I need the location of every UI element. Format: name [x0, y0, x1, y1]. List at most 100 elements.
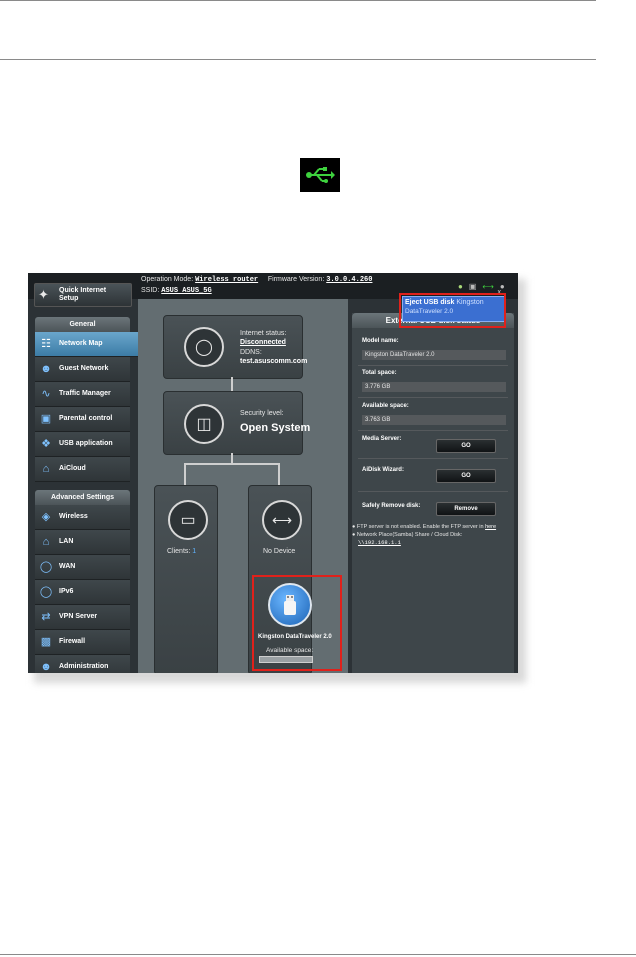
usb-status-panel: External USB disk status Model name: Kin… [352, 313, 514, 673]
client-status-icon[interactable]: ● [458, 282, 463, 291]
divider [358, 365, 508, 366]
ssid-row: SSID: ASUS ASUS_5G [141, 287, 212, 295]
usb-icon-illustration [300, 158, 340, 192]
connector-line [231, 377, 233, 391]
available-space-value: 3.763 GB [362, 415, 506, 425]
monitor-icon: ▭ [168, 500, 208, 540]
vpn-icon: ⇄ [41, 611, 51, 623]
sidebar-item-label: Network Map [59, 340, 103, 347]
sidebar-item-administration[interactable]: ☻ Administration [35, 655, 130, 673]
divider [358, 458, 508, 459]
admin-user-icon: ☻ [40, 661, 52, 673]
cloud-home-icon: ⌂ [42, 463, 50, 475]
divider [358, 397, 508, 398]
traffic-graph-icon: ∿ [41, 388, 51, 400]
globe-icon: ◯ [39, 561, 53, 573]
operation-mode-label: Operation Mode: [141, 276, 194, 283]
usb-icon [306, 167, 335, 183]
sidebar: ✦ Quick Internet Setup General ☷ Network… [28, 273, 139, 673]
ftp-note: ● FTP server is not enabled. Enable the … [352, 524, 497, 530]
sidebar-item-ipv6[interactable]: ◯ IPv6 [35, 580, 130, 605]
wifi-icon: ◈ [41, 511, 51, 523]
connector-line [184, 463, 186, 485]
ddns-value: test.asuscomm.com [240, 358, 308, 365]
sidebar-item-network-map[interactable]: ☷ Network Map [35, 332, 139, 357]
samba-note-path: \\192.168.1.1 [352, 539, 514, 547]
firmware-link[interactable]: 3.0.0.4.260 [326, 276, 372, 284]
ipv6-globe-icon: ◯ [39, 586, 53, 598]
sidebar-item-label: Parental control [59, 415, 113, 422]
sidebar-item-label: Wireless [59, 513, 88, 520]
total-space-value: 3.776 GB [362, 382, 506, 392]
sidebar-item-usb-application[interactable]: ❖ USB application [35, 432, 130, 457]
sidebar-item-lan[interactable]: ⌂ LAN [35, 530, 130, 555]
sidebar-item-wireless[interactable]: ◈ Wireless [35, 505, 130, 530]
header-rule [0, 59, 596, 60]
router-security-card[interactable]: ◫ Security level: Open System [163, 391, 310, 455]
divider [358, 491, 508, 492]
model-name-value: Kingston DataTraveler 2.0 [362, 350, 506, 360]
sidebar-item-wan[interactable]: ◯ WAN [35, 555, 130, 580]
security-level-label: Security level: [240, 410, 284, 417]
top-rule [0, 0, 596, 1]
sidebar-item-label: IPv6 [59, 588, 74, 595]
divider [358, 430, 508, 431]
advanced-settings-header: Advanced Settings [35, 490, 130, 505]
connector-line [278, 463, 280, 485]
sidebar-item-firewall[interactable]: ▩ Firewall [35, 630, 130, 655]
sidebar-item-label: Administration [59, 663, 109, 670]
sidebar-item-label: VPN Server [59, 613, 98, 620]
quick-internet-setup-button[interactable]: ✦ Quick Internet Setup [34, 283, 132, 307]
internet-status-value[interactable]: Disconnected [240, 339, 286, 346]
internet-status-label: Internet status: [240, 330, 287, 337]
sidebar-item-traffic-manager[interactable]: ∿ Traffic Manager [35, 382, 130, 407]
router-icon: ◫ [184, 404, 224, 444]
connector-line [231, 453, 233, 463]
operation-mode-link[interactable]: Wireless router [195, 276, 258, 284]
samba-note: ● Network Place(Samba) Share / Cloud Dis… [352, 532, 463, 538]
internet-status-card[interactable]: ◯ Internet status: Disconnected DDNS: te… [163, 315, 307, 379]
sidebar-item-label: LAN [59, 538, 74, 545]
sidebar-item-guest-network[interactable]: ☻ Guest Network [35, 357, 130, 382]
total-space-label: Total space: [362, 370, 397, 376]
ftp-here-link[interactable]: here [485, 524, 496, 530]
router-ui-screenshot: Operation Mode: Wireless router Firmware… [28, 273, 518, 673]
firmware-label: Firmware Version: [267, 276, 325, 283]
samba-share-link[interactable]: \\192.168.1.1 [358, 539, 401, 546]
printer-status-icon[interactable]: ▣ [469, 282, 477, 291]
clients-card[interactable]: ▭ Clients: 1 [154, 485, 218, 673]
operation-mode-row: Operation Mode: Wireless router Firmware… [141, 276, 372, 284]
model-name-label: Model name: [362, 338, 399, 344]
usb-notes: ● FTP server is not enabled. Enable the … [352, 523, 514, 547]
sidebar-item-label: USB application [59, 440, 113, 447]
aidisk-go-button[interactable]: GO [436, 469, 496, 483]
guest-users-icon: ☻ [40, 363, 52, 375]
available-space-label: Available space: [362, 403, 409, 409]
remove-disk-button[interactable]: Remove [436, 502, 496, 516]
connector-line [184, 463, 280, 465]
globe-icon: ◯ [184, 327, 224, 367]
media-server-go-button[interactable]: GO [436, 439, 496, 453]
security-level-value: Open System [240, 422, 311, 434]
bottom-rule [0, 954, 636, 955]
sidebar-item-aicloud[interactable]: ⌂ AiCloud [35, 457, 130, 482]
media-server-label: Media Server: [362, 436, 402, 442]
network-map-icon: ☷ [41, 338, 51, 350]
lock-icon: ▣ [40, 413, 52, 425]
highlight-box-eject [399, 293, 506, 328]
sidebar-item-label: Firewall [59, 638, 86, 645]
sidebar-item-vpn-server[interactable]: ⇄ VPN Server [35, 605, 130, 630]
sidebar-item-label: Guest Network [59, 365, 109, 372]
usb-icon: ⟷ [262, 500, 302, 540]
usb-status-icon[interactable]: ⟷ [482, 282, 493, 291]
shield-icon: ▩ [40, 636, 52, 648]
sidebar-item-label: Traffic Manager [59, 390, 111, 397]
sidebar-item-label: AiCloud [59, 465, 86, 472]
magic-wand-icon: ✦ [38, 287, 49, 302]
home-icon: ⌂ [42, 536, 50, 548]
sidebar-item-parental-control[interactable]: ▣ Parental control [35, 407, 130, 432]
quick-setup-label: Quick Internet Setup [59, 287, 107, 302]
general-header: General [35, 317, 130, 332]
safely-remove-label: Safely Remove disk: [362, 503, 421, 509]
puzzle-icon: ❖ [41, 438, 51, 450]
